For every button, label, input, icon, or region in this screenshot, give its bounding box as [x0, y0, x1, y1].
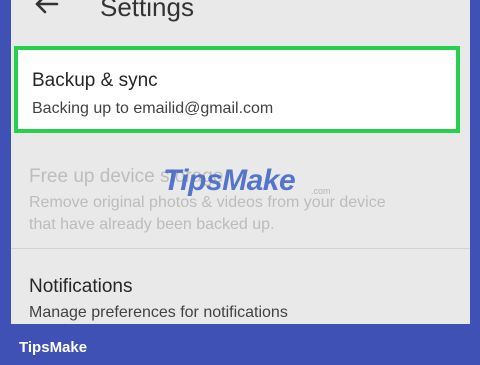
setting-title: Notifications — [29, 276, 133, 297]
watermark-suffix: .com — [311, 186, 331, 196]
divider — [11, 248, 470, 249]
setting-title: Backup & sync — [32, 70, 158, 91]
watermark-logo: TipsMake — [163, 164, 296, 197]
page-title: Settings — [100, 0, 194, 22]
setting-subtitle: Manage preferences for notifications — [29, 304, 288, 321]
arrow-left-icon[interactable] — [25, 0, 59, 22]
setting-notifications[interactable]: Notifications Manage preferences for not… — [11, 250, 470, 324]
setting-backup-sync[interactable]: Backup & sync Backing up to emailid@gmai… — [14, 46, 460, 133]
setting-subtitle-line2: that have already been backed up. — [29, 216, 275, 233]
brand-footer: TipsMake — [19, 339, 88, 356]
settings-screen: Settings Backup & sync Backing up to ema… — [11, 0, 470, 324]
setting-subtitle: Backing up to emailid@gmail.com — [32, 100, 274, 117]
app-bar: Settings — [11, 0, 470, 40]
